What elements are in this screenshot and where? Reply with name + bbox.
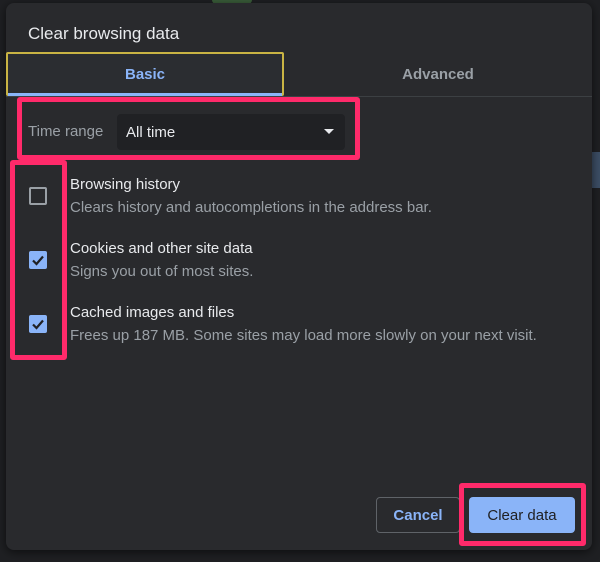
- check-icon: [32, 255, 44, 266]
- cookies-checkbox[interactable]: [29, 251, 47, 269]
- cached-images-checkbox[interactable]: [29, 315, 47, 333]
- cached-images-description: Frees up 187 MB. Some sites may load mor…: [70, 327, 537, 344]
- clear-data-button[interactable]: Clear data: [469, 497, 575, 533]
- clear-browsing-data-dialog: Clear browsing data Basic Advanced Time …: [6, 3, 592, 550]
- chevron-down-icon: [324, 129, 334, 134]
- browsing-history-description: Clears history and autocompletions in th…: [70, 199, 432, 216]
- dialog-title: Clear browsing data: [28, 24, 180, 43]
- tab-advanced[interactable]: Advanced: [296, 52, 580, 96]
- tab-basic[interactable]: Basic: [6, 52, 284, 96]
- time-range-select[interactable]: All time: [117, 114, 345, 150]
- cookies-title: Cookies and other site data: [70, 240, 253, 257]
- cookies-description: Signs you out of most sites.: [70, 263, 254, 280]
- cached-images-title: Cached images and files: [70, 304, 235, 321]
- browsing-history-title: Browsing history: [70, 176, 181, 193]
- tab-divider: [6, 96, 592, 97]
- time-range-value: All time: [126, 123, 176, 141]
- cancel-button[interactable]: Cancel: [376, 497, 460, 533]
- browsing-history-checkbox[interactable]: [29, 187, 47, 205]
- time-range-label: Time range: [28, 123, 104, 140]
- check-icon: [32, 319, 44, 330]
